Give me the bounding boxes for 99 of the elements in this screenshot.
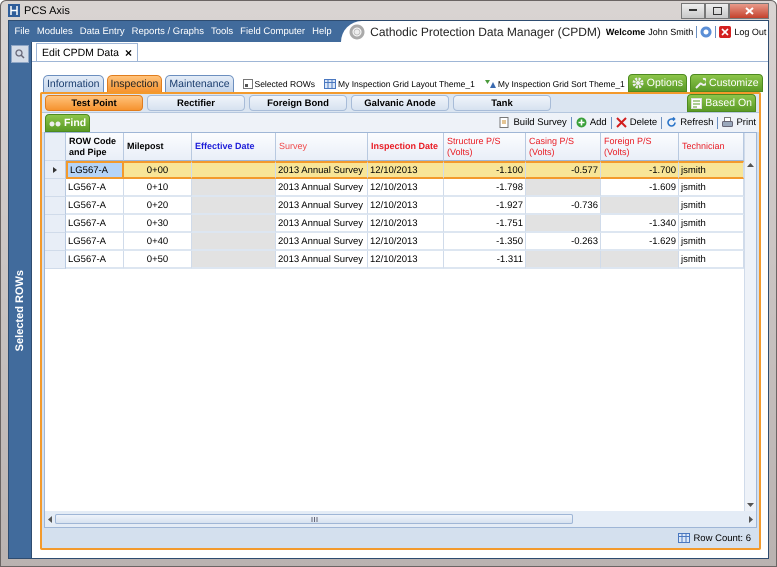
column-header[interactable]: ROW Code and Pipe [66, 133, 124, 161]
column-header[interactable]: Casing P/S (Volts) [526, 133, 601, 161]
add-icon [576, 117, 587, 128]
table-cell: 2013 Annual Survey [276, 161, 368, 179]
minimize-icon [689, 9, 697, 12]
column-header[interactable]: Inspection Date [368, 133, 444, 161]
corner-header [45, 133, 66, 161]
feature-tab[interactable]: Rectifier [147, 95, 245, 111]
table-cell: 2013 Annual Survey [276, 251, 368, 269]
menu-item[interactable]: File [11, 26, 34, 37]
current-row-icon [53, 166, 57, 172]
sidebar-toggle[interactable]: Selected ROWs [14, 270, 26, 352]
table-icon [678, 533, 690, 543]
wrench-icon [694, 77, 706, 89]
logout-icon[interactable] [719, 26, 732, 38]
table-cell: 2013 Annual Survey [276, 179, 368, 197]
table-cell: 12/10/2013 [368, 179, 444, 197]
scroll-right-icon[interactable] [749, 516, 753, 522]
app-icon [8, 4, 20, 17]
menu-item[interactable]: Help [308, 26, 336, 37]
refresh-icon [666, 117, 678, 128]
menu-item[interactable]: Reports / Graphs [128, 26, 208, 37]
table-cell: LG567-A [66, 161, 124, 179]
table-cell: LG567-A [66, 251, 124, 269]
table-cell: 12/10/2013 [368, 251, 444, 269]
print-button[interactable]: Print [736, 117, 756, 128]
gear-icon [632, 77, 644, 89]
menu-item[interactable]: Tools [207, 26, 237, 37]
document-tab[interactable]: Edit CPDM Data × [36, 43, 138, 61]
printer-icon [722, 117, 734, 128]
row-count: Row Count: 6 [693, 532, 751, 544]
app-title: Cathodic Protection Data Manager (CPDM) [370, 24, 601, 38]
row-selector[interactable] [45, 161, 66, 179]
module-tab[interactable]: Maintenance [165, 75, 234, 92]
table-cell: 2013 Annual Survey [276, 233, 368, 251]
build-button[interactable]: Build Survey [513, 117, 567, 128]
table-cell: -1.700 [601, 161, 679, 179]
scroll-left-icon[interactable] [48, 516, 52, 522]
table-cell: 2013 Annual Survey [276, 215, 368, 233]
table-cell: 0+00 [124, 161, 192, 179]
close-button[interactable] [729, 2, 769, 18]
delete-button[interactable]: Delete [630, 117, 658, 128]
table-cell: -1.340 [601, 215, 679, 233]
table-cell: -1.927 [444, 197, 526, 215]
menu-item[interactable]: Data Entry [76, 26, 128, 37]
table-cell: -1.100 [444, 161, 526, 179]
help-icon[interactable] [700, 26, 712, 38]
table-cell: 12/10/2013 [368, 197, 444, 215]
feature-tab[interactable]: Tank [453, 95, 551, 111]
delete-icon [616, 117, 627, 128]
table-cell: LG567-A [66, 233, 124, 251]
scroll-down-icon[interactable] [747, 503, 754, 507]
scroll-up-icon[interactable] [747, 163, 754, 167]
welcome-label: Welcome [606, 26, 646, 36]
table-icon [324, 79, 336, 89]
table-cell: 2013 Annual Survey [276, 197, 368, 215]
close-icon [744, 6, 754, 14]
table-cell: LG567-A [66, 179, 124, 197]
column-header[interactable]: Effective Date [192, 133, 276, 161]
maximize-button[interactable] [705, 2, 729, 18]
logout-link[interactable]: Log Out [734, 26, 766, 36]
user-name: John Smith [648, 26, 694, 36]
close-tab-button[interactable]: × [125, 46, 132, 60]
sort-icon [484, 79, 496, 89]
table-cell: 12/10/2013 [368, 215, 444, 233]
column-header[interactable]: Foreign P/S (Volts) [601, 133, 679, 161]
table-cell: LG567-A [66, 197, 124, 215]
column-header[interactable]: Milepost [124, 133, 192, 161]
menu-item[interactable]: Field Computer [236, 26, 309, 37]
list-icon [691, 98, 702, 108]
column-header[interactable]: Structure P/S (Volts) [444, 133, 526, 161]
theme-link[interactable]: My Inspection Grid Sort Theme_1 [498, 79, 625, 89]
scrollbar-thumb[interactable] [55, 514, 573, 524]
search-button[interactable] [11, 45, 29, 63]
module-tab[interactable]: Inspection [106, 75, 162, 92]
add-button[interactable]: Add [590, 117, 607, 128]
table-cell: LG567-A [66, 215, 124, 233]
minimize-button[interactable] [681, 2, 705, 18]
feature-tab[interactable]: Galvanic Anode [351, 95, 449, 111]
table-cell: -0.577 [526, 161, 601, 179]
theme-link[interactable]: My Inspection Grid Layout Theme_1 [338, 79, 475, 89]
search-icon [15, 49, 25, 59]
grid-selection-icon [242, 79, 253, 89]
survey-icon [499, 117, 510, 128]
ring-logo-icon [349, 24, 366, 40]
table-cell: 12/10/2013 [368, 161, 444, 179]
maximize-icon [712, 6, 722, 14]
module-tab[interactable]: Information [43, 75, 104, 92]
binoculars-icon [49, 118, 61, 128]
feature-tab[interactable]: Test Point [45, 95, 143, 111]
table-cell: jsmith [679, 161, 744, 179]
theme-link[interactable]: Selected ROWs [254, 79, 315, 89]
table-cell: 12/10/2013 [368, 233, 444, 251]
table-cell: -1.350 [444, 233, 526, 251]
feature-tab[interactable]: Foreign Bond [249, 95, 347, 111]
window-title: PCS Axis [24, 4, 70, 16]
refresh-button[interactable]: Refresh [680, 117, 714, 128]
menu-item[interactable]: Modules [33, 26, 76, 37]
column-header[interactable]: Technician [679, 133, 744, 161]
